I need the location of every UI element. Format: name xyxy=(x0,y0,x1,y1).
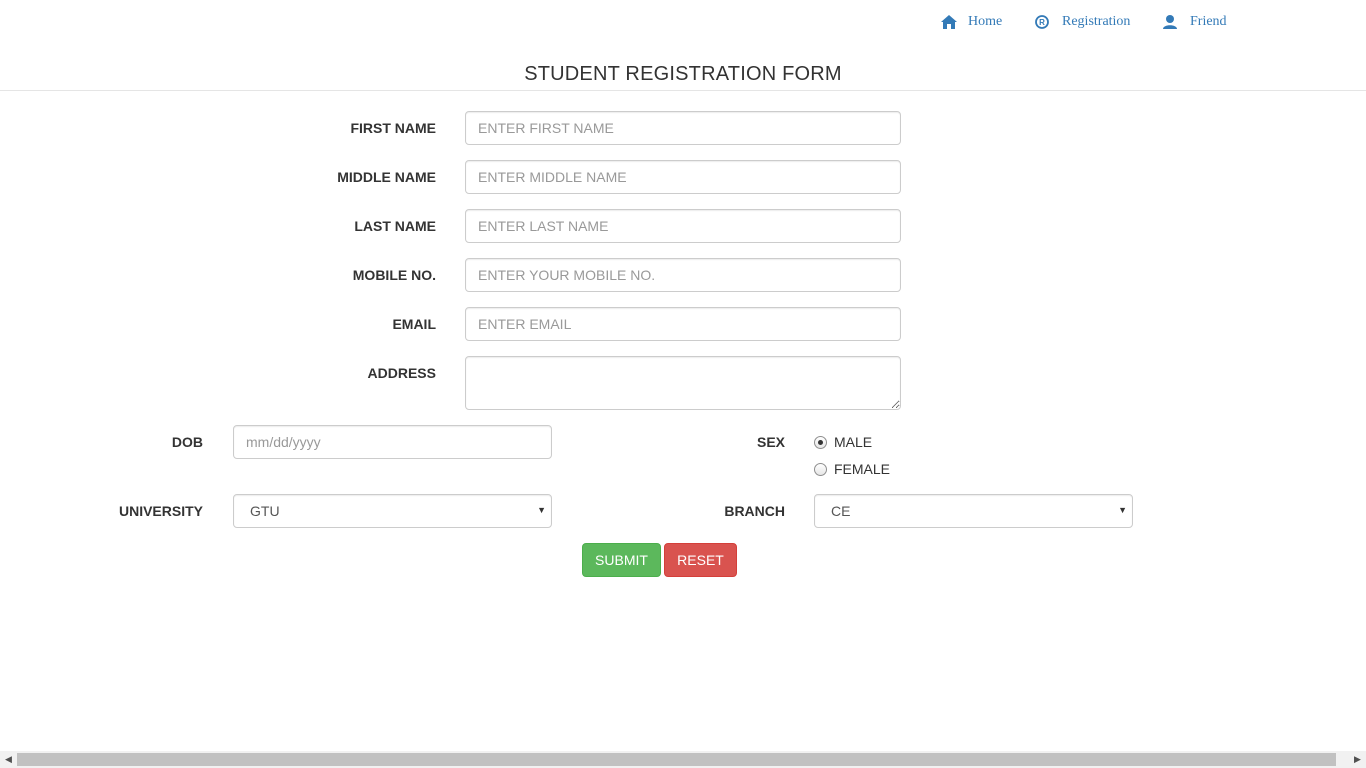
first-name-label: FIRST NAME xyxy=(350,120,436,136)
page-title: STUDENT REGISTRATION FORM xyxy=(524,63,842,85)
chevron-down-icon: ▼ xyxy=(1118,505,1127,515)
radio-unchecked-icon xyxy=(814,462,827,476)
nav-friend[interactable]: Friend xyxy=(1162,11,1227,33)
sex-female-label: FEMALE xyxy=(834,461,891,477)
scroll-left-arrow-icon[interactable]: ◀ xyxy=(0,754,17,765)
nav-friend-label: Friend xyxy=(1190,14,1227,29)
header-divider xyxy=(0,90,1366,91)
last-name-label: LAST NAME xyxy=(354,218,436,234)
branch-selected-value: CE xyxy=(831,503,851,519)
university-label: UNIVERSITY xyxy=(118,503,203,519)
email-input[interactable] xyxy=(465,307,901,341)
registered-icon: R xyxy=(1034,14,1062,30)
sex-male-radio[interactable]: MALE xyxy=(814,432,872,452)
sex-male-label: MALE xyxy=(834,434,873,450)
user-icon xyxy=(1162,14,1190,30)
last-name-input[interactable] xyxy=(465,209,901,243)
home-icon xyxy=(940,14,968,30)
mobile-input[interactable] xyxy=(465,258,901,292)
nav-home-label: Home xyxy=(968,14,1003,29)
branch-select[interactable]: CE ▼ xyxy=(814,494,1133,528)
sex-female-radio[interactable]: FEMALE xyxy=(814,459,890,479)
scroll-right-arrow-icon[interactable]: ▶ xyxy=(1349,754,1366,765)
nav-registration[interactable]: R Registration xyxy=(1034,11,1130,33)
radio-checked-icon xyxy=(814,435,827,449)
address-textarea[interactable] xyxy=(465,356,901,410)
middle-name-input[interactable] xyxy=(465,160,901,194)
svg-text:R: R xyxy=(1039,18,1045,27)
dob-label: DOB xyxy=(171,434,203,450)
university-selected-value: GTU xyxy=(250,503,280,519)
address-label: ADDRESS xyxy=(367,365,436,381)
university-select[interactable]: GTU ▼ xyxy=(233,494,552,528)
scrollbar-thumb[interactable] xyxy=(17,753,1336,766)
nav-home[interactable]: Home xyxy=(940,11,1002,33)
nav-registration-label: Registration xyxy=(1062,14,1131,29)
middle-name-label: MIDDLE NAME xyxy=(337,169,436,185)
sex-label: SEX xyxy=(756,434,785,450)
horizontal-scrollbar[interactable]: ◀ ▶ xyxy=(0,751,1366,768)
submit-button[interactable]: SUBMIT xyxy=(582,543,661,577)
dob-input[interactable] xyxy=(233,425,552,459)
first-name-input[interactable] xyxy=(465,111,901,145)
chevron-down-icon: ▼ xyxy=(537,505,546,515)
reset-button[interactable]: RESET xyxy=(664,543,737,577)
branch-label: BRANCH xyxy=(724,503,785,519)
mobile-label: MOBILE NO. xyxy=(352,267,436,283)
email-label: EMAIL xyxy=(392,316,436,332)
